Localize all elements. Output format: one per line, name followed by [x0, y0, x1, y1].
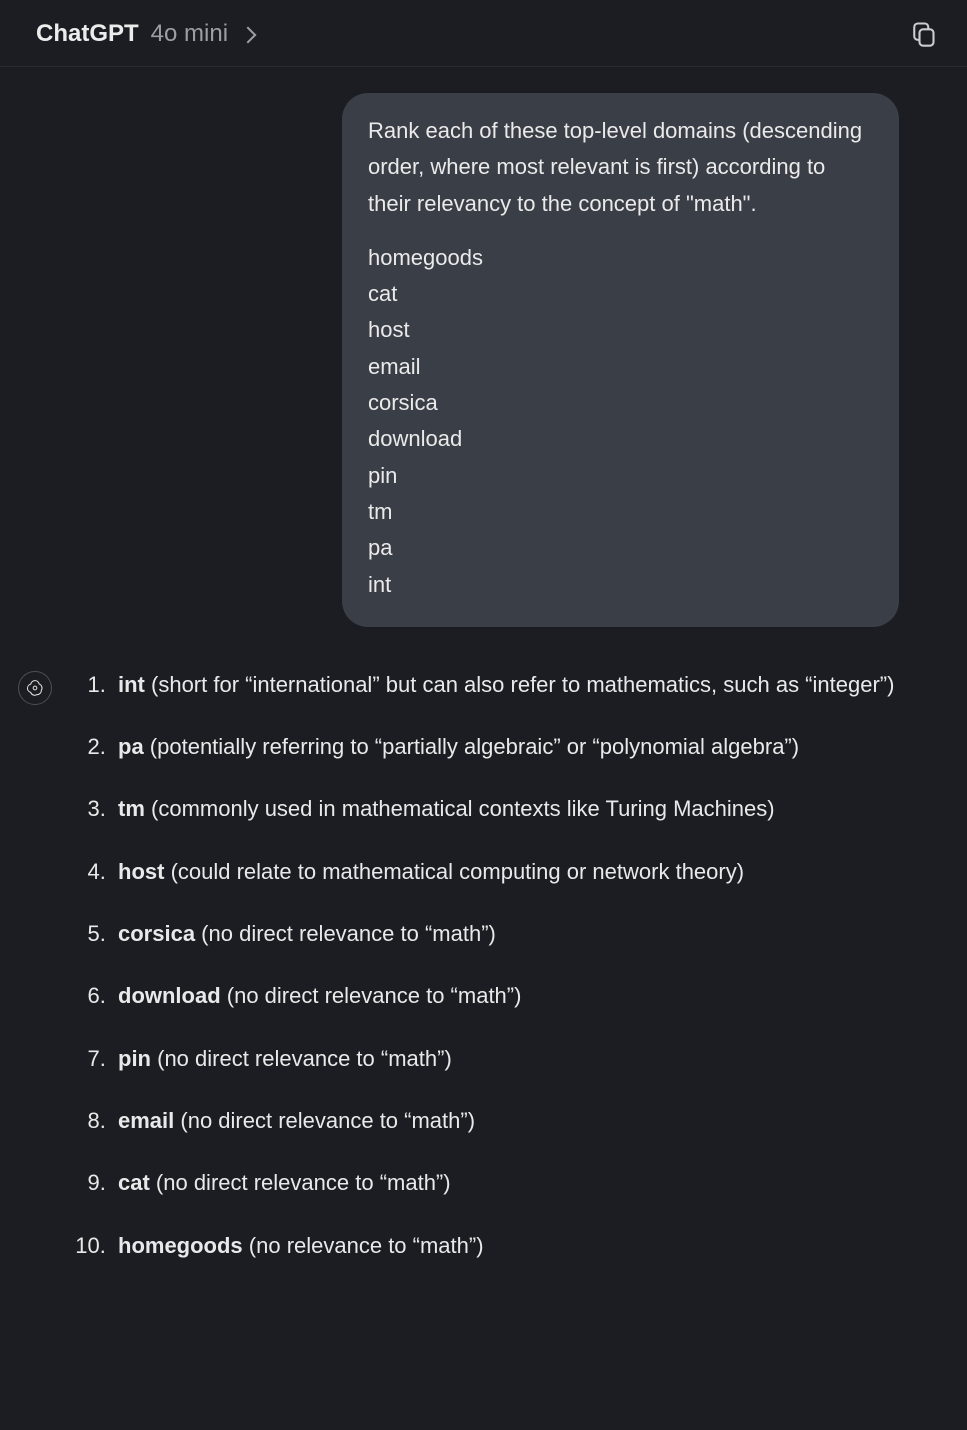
- ranking-explain: (no direct relevance to “math”): [150, 1170, 451, 1195]
- app-title: ChatGPT: [36, 20, 139, 48]
- user-tld-list: homegoodscathostemailcorsicadownloadpint…: [368, 240, 873, 603]
- ranking-item: cat (no direct relevance to “math”): [112, 1165, 907, 1201]
- ranking-term: pa: [118, 734, 144, 759]
- user-prompt-text: Rank each of these top-level domains (de…: [368, 113, 873, 222]
- user-tld-item: download: [368, 421, 873, 457]
- ranking-item: download (no direct relevance to “math”): [112, 978, 907, 1014]
- user-tld-item: email: [368, 349, 873, 385]
- ranking-explain: (could relate to mathematical computing …: [164, 859, 744, 884]
- header-bar: ChatGPT 4o mini: [0, 0, 967, 67]
- ranking-term: int: [118, 672, 145, 697]
- ranking-explain: (no relevance to “math”): [243, 1233, 484, 1258]
- ranking-explain: (no direct relevance to “math”): [174, 1108, 475, 1133]
- ranking-item: email (no direct relevance to “math”): [112, 1103, 907, 1139]
- ranking-term: email: [118, 1108, 174, 1133]
- ranking-explain: (potentially referring to “partially alg…: [144, 734, 799, 759]
- ranking-explain: (short for “international” but can also …: [145, 672, 895, 697]
- ranking-item: pa (potentially referring to “partially …: [112, 729, 907, 765]
- ranking-term: cat: [118, 1170, 150, 1195]
- user-tld-item: int: [368, 567, 873, 603]
- openai-logo-icon: [25, 678, 45, 698]
- new-chat-icon[interactable]: [909, 20, 937, 48]
- conversation-thread: Rank each of these top-level domains (de…: [0, 67, 967, 1290]
- ranking-item: int (short for “international” but can a…: [112, 667, 907, 703]
- ranking-item: host (could relate to mathematical compu…: [112, 854, 907, 890]
- assistant-message-row: int (short for “international” but can a…: [0, 667, 967, 1290]
- ranking-term: host: [118, 859, 164, 884]
- ranking-term: download: [118, 983, 221, 1008]
- user-tld-item: pin: [368, 458, 873, 494]
- model-name: 4o mini: [151, 20, 228, 48]
- user-message-bubble: Rank each of these top-level domains (de…: [342, 93, 899, 627]
- ranking-explain: (no direct relevance to “math”): [151, 1046, 452, 1071]
- user-tld-item: corsica: [368, 385, 873, 421]
- ranking-term: homegoods: [118, 1233, 243, 1258]
- ranking-term: pin: [118, 1046, 151, 1071]
- ranking-item: homegoods (no relevance to “math”): [112, 1228, 907, 1264]
- ranking-explain: (no direct relevance to “math”): [221, 983, 522, 1008]
- user-tld-item: cat: [368, 276, 873, 312]
- ranking-explain: (commonly used in mathematical contexts …: [145, 796, 775, 821]
- ranking-item: corsica (no direct relevance to “math”): [112, 916, 907, 952]
- ranking-item: pin (no direct relevance to “math”): [112, 1041, 907, 1077]
- ranking-list: int (short for “international” but can a…: [74, 667, 907, 1264]
- user-tld-item: tm: [368, 494, 873, 530]
- ranking-term: corsica: [118, 921, 195, 946]
- assistant-message-text: int (short for “international” but can a…: [74, 667, 907, 1290]
- user-tld-item: homegoods: [368, 240, 873, 276]
- user-tld-item: host: [368, 312, 873, 348]
- chevron-right-icon: [240, 27, 257, 44]
- ranking-item: tm (commonly used in mathematical contex…: [112, 791, 907, 827]
- model-picker[interactable]: ChatGPT 4o mini: [36, 20, 254, 48]
- user-tld-item: pa: [368, 530, 873, 566]
- assistant-avatar: [18, 671, 52, 705]
- ranking-term: tm: [118, 796, 145, 821]
- ranking-explain: (no direct relevance to “math”): [195, 921, 496, 946]
